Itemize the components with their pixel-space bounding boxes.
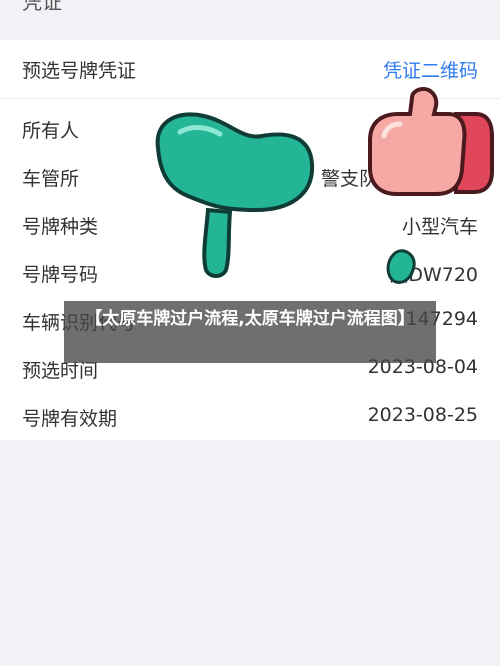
card-title: 预选号牌凭证	[22, 60, 137, 82]
row-value: 小型汽车	[401, 216, 478, 238]
row-label: 所有人	[22, 120, 80, 142]
bean-icon	[386, 249, 416, 284]
row-value: 2023-08-25	[367, 404, 478, 426]
qr-code-link[interactable]: 凭证二维码	[383, 56, 478, 83]
sprout-icon	[155, 112, 315, 278]
row-label: 车管所	[22, 168, 80, 190]
row-label: 号牌有效期	[22, 408, 118, 430]
top-title: 凭证	[22, 0, 62, 14]
article-title-overlay: 【太原车牌过户流程,太原车牌过户流程图】	[64, 301, 436, 363]
top-bar: 凭证	[0, 0, 500, 40]
row-label: 号牌号码	[22, 264, 99, 286]
row-plate-validity: 号牌有效期 2023-08-25	[0, 394, 500, 440]
row-label: 号牌种类	[22, 216, 99, 238]
thumbs-up-icon	[368, 87, 494, 196]
